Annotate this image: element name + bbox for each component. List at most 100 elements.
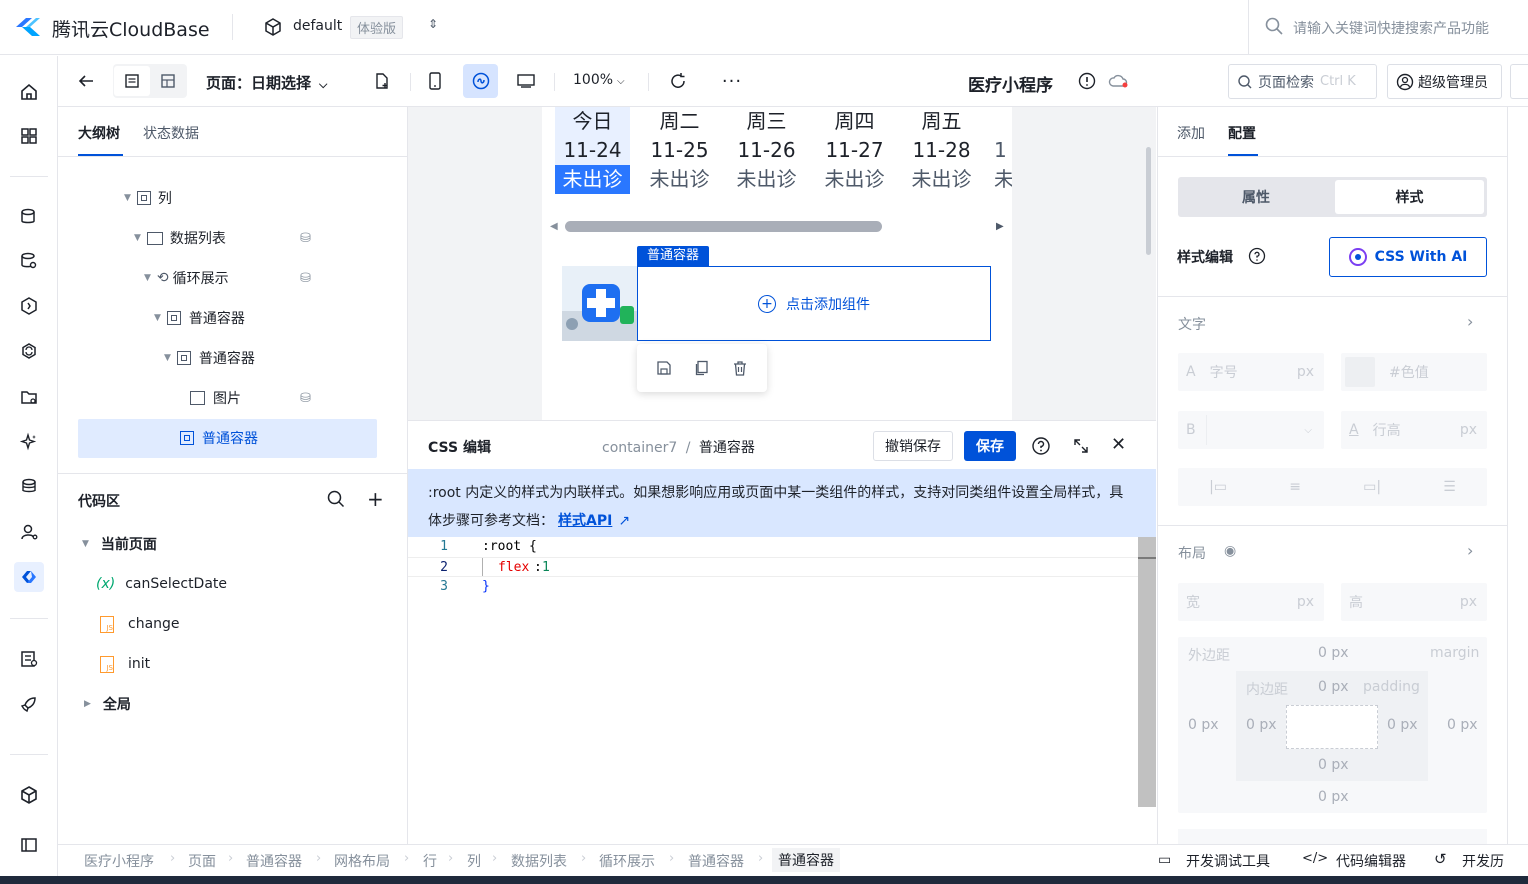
add-component-placeholder[interactable]: + 点击添加组件 (637, 266, 991, 341)
css-with-ai-button[interactable]: CSS With AI (1329, 237, 1487, 277)
date-item[interactable]: 周五 11-28 未出诊 (904, 107, 979, 205)
tree-node-container[interactable]: ▼ 普通容器 (164, 339, 255, 377)
segment-style[interactable]: 样式 (1335, 180, 1484, 214)
hexagon-function-icon[interactable] (14, 291, 44, 321)
global-search-input[interactable]: 请输入关键词快捷搜索产品功能 (1293, 18, 1523, 38)
search-icon[interactable] (326, 489, 346, 509)
breadcrumb-item[interactable]: 普通容器 (688, 851, 744, 871)
refresh-icon[interactable] (664, 64, 692, 98)
code-editor[interactable]: 1 :root { 2 flex : 1 3 } (408, 537, 1156, 845)
margin-right-value[interactable]: 0 px (1447, 717, 1478, 733)
css-path-parent[interactable]: container7 (602, 440, 677, 456)
tree-node-container-selected[interactable]: 普通容器 (180, 419, 258, 457)
align-left-icon[interactable]: |▭ (1209, 479, 1227, 495)
revert-save-button[interactable]: 撤销保存 (873, 431, 953, 461)
debug-tool-button[interactable]: 开发调试工具 (1186, 851, 1270, 871)
home-icon[interactable] (14, 77, 44, 107)
back-arrow-icon[interactable] (72, 64, 100, 98)
code-item-js[interactable]: JS init (100, 645, 150, 683)
history-button[interactable]: 开发历 (1462, 851, 1504, 871)
rocket-deploy-icon[interactable] (14, 689, 44, 719)
page-view-icon[interactable] (114, 66, 150, 96)
zoom-selector[interactable]: 100% ⌵ (573, 72, 625, 88)
color-field[interactable]: #色值 (1341, 353, 1487, 391)
breadcrumb-item[interactable]: 页面 (188, 851, 216, 871)
breadcrumb-item[interactable]: 数据列表 (511, 851, 567, 871)
tree-node-data-list[interactable]: ▼ 数据列表 ⛁ (134, 219, 324, 257)
date-item[interactable]: 周三 11-26 未出诊 (729, 107, 804, 205)
code-item-js[interactable]: JS change (100, 605, 180, 643)
cloudbase-logo-icon[interactable] (14, 14, 42, 40)
admin-button[interactable]: 超级管理员 (1387, 64, 1502, 99)
current-page-group[interactable]: ▼ 当前页面 (82, 525, 157, 563)
date-item[interactable]: 今日 11-24 未出诊 (555, 107, 630, 205)
padding-right-value[interactable]: 0 px (1387, 717, 1418, 733)
layout-view-icon[interactable] (150, 66, 186, 96)
add-code-icon[interactable]: + (367, 487, 384, 511)
breadcrumb-item[interactable]: 行 (423, 851, 437, 871)
mobile-preview-icon[interactable] (422, 64, 448, 98)
scroll-right-icon[interactable]: ▶ (996, 221, 1004, 232)
env-switch-icon[interactable]: ⇕ (428, 17, 438, 31)
segment-props[interactable]: 属性 (1181, 180, 1331, 214)
expand-icon[interactable] (1071, 436, 1091, 456)
apps-grid-icon[interactable] (14, 121, 44, 151)
tab-add[interactable]: 添加 (1177, 123, 1205, 143)
canvas-vertical-scrollbar[interactable] (1146, 147, 1151, 255)
breadcrumb-item[interactable]: 普通容器 (246, 851, 302, 871)
more-options-icon[interactable]: ··· (718, 64, 746, 98)
database-search-icon[interactable] (14, 246, 44, 276)
line-height-field[interactable]: A 行高 px (1341, 411, 1487, 449)
user-settings-icon[interactable] (14, 517, 44, 547)
external-link-icon[interactable]: ↗ (618, 513, 630, 529)
breadcrumb-item[interactable]: 医疗小程序 (84, 851, 154, 871)
mini-program-preview-icon[interactable] (463, 64, 498, 98)
code-editor-button[interactable]: 代码编辑器 (1336, 851, 1406, 871)
height-field[interactable]: 高 px (1341, 583, 1487, 621)
close-icon[interactable]: ✕ (1111, 434, 1126, 455)
align-center-icon[interactable]: ≡ (1289, 479, 1301, 495)
copy-icon[interactable] (694, 360, 710, 376)
ai-sparkle-icon[interactable] (14, 427, 44, 457)
log-list-icon[interactable] (14, 644, 44, 674)
lowcode-editor-icon[interactable] (14, 562, 44, 592)
sync-icon[interactable] (14, 336, 44, 366)
tab-config[interactable]: 配置 (1228, 123, 1256, 143)
breadcrumb-item[interactable]: 网格布局 (334, 851, 390, 871)
save-icon[interactable] (656, 360, 672, 376)
cloud-status-icon[interactable] (1106, 64, 1132, 98)
app-logo-text[interactable]: 腾讯云CloudBase (52, 15, 210, 42)
save-button[interactable]: 保存 (964, 431, 1016, 461)
date-item[interactable]: 周二 11-25 未出诊 (642, 107, 717, 205)
scroll-left-icon[interactable]: ◀ (550, 221, 558, 232)
folder-settings-icon[interactable] (14, 382, 44, 412)
tree-node-column[interactable]: ▼ 列 (124, 179, 172, 217)
storage-stack-icon[interactable] (14, 472, 44, 502)
align-right-icon[interactable]: ▭| (1363, 479, 1381, 495)
margin-bottom-value[interactable]: 0 px (1318, 789, 1349, 805)
database-settings-icon[interactable] (14, 202, 44, 232)
chevron-right-icon[interactable]: › (1467, 541, 1473, 560)
help-icon[interactable] (1031, 436, 1051, 456)
date-item[interactable]: 周四 11-27 未出诊 (817, 107, 892, 205)
eye-icon[interactable]: ◉ (1224, 543, 1236, 559)
desktop-preview-icon[interactable] (512, 64, 540, 98)
help-icon[interactable] (1248, 247, 1266, 265)
tree-node-container[interactable]: ▼ 普通容器 (154, 299, 245, 337)
page-search-button[interactable]: 页面检索 Ctrl K (1228, 64, 1377, 99)
plugin-cube-icon[interactable] (14, 780, 44, 810)
align-justify-icon[interactable]: ☰ (1443, 479, 1456, 495)
width-field[interactable]: 宽 px (1178, 583, 1324, 621)
tree-node-image[interactable]: 图片 ⛁ (190, 379, 324, 417)
overflow-button[interactable] (1510, 64, 1528, 99)
tab-outline-tree[interactable]: 大纲树 (78, 123, 120, 143)
page-selector[interactable]: 页面：日期选择 ⌵ (206, 72, 327, 93)
padding-bottom-value[interactable]: 0 px (1318, 757, 1349, 773)
padding-top-value[interactable]: 0 px (1318, 679, 1349, 695)
code-item-variable[interactable]: (x) canSelectDate (96, 565, 227, 603)
global-group[interactable]: ▶ 全局 (84, 685, 131, 723)
env-name[interactable]: default (293, 18, 342, 34)
delete-icon[interactable] (732, 360, 748, 376)
padding-left-value[interactable]: 0 px (1246, 717, 1277, 733)
editor-scrollbar[interactable] (1138, 537, 1156, 807)
